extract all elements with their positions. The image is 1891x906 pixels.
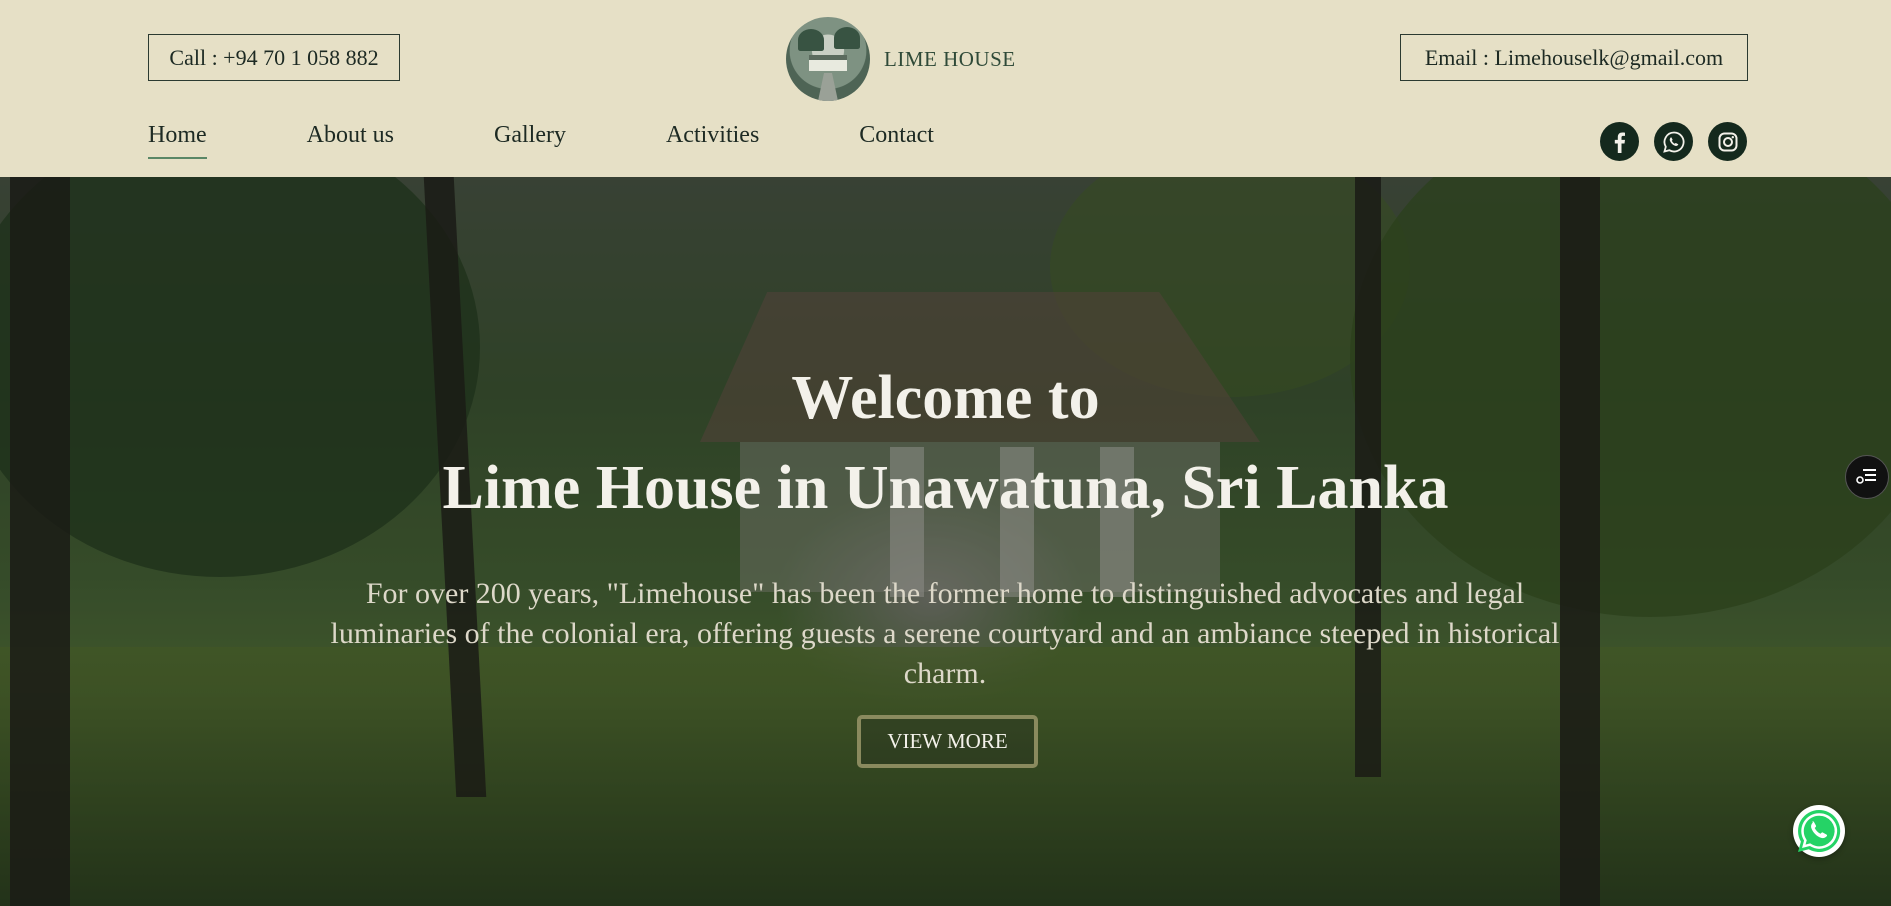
social-links (1600, 122, 1747, 161)
hero-description: For over 200 years, "Limehouse" has been… (330, 577, 1560, 690)
lime-house-logo (786, 17, 870, 101)
nav-item-gallery[interactable]: Gallery (494, 122, 566, 159)
call-text: Call : +94 70 1 058 882 (169, 44, 379, 70)
nav-item-activities[interactable]: Activities (666, 122, 759, 159)
email-box[interactable]: Email : Limehouselk@gmail.com (1400, 34, 1748, 81)
side-filter-button[interactable] (1845, 455, 1889, 499)
call-box[interactable]: Call : +94 70 1 058 882 (148, 34, 400, 81)
hero-title-line1: Welcome to (791, 364, 1100, 432)
whatsapp-link[interactable] (1654, 122, 1693, 161)
brand-name: LIME HOUSE (884, 46, 1016, 71)
instagram-icon (1718, 132, 1737, 151)
brand[interactable]: LIME HOUSE (786, 16, 1016, 102)
whatsapp-icon (1798, 809, 1841, 852)
main-nav: Home About us Gallery Activities Contact (148, 122, 1034, 159)
site-header: Call : +94 70 1 058 882 LIME HOUSE Email… (0, 0, 1891, 177)
hero-section: Welcome to Lime House in Unawatuna, Sri … (0, 177, 1891, 906)
hero-title-line2: Lime House in Unawatuna, Sri Lanka (442, 454, 1449, 522)
instagram-link[interactable] (1708, 122, 1747, 161)
facebook-icon (1614, 132, 1625, 153)
facebook-link[interactable] (1600, 122, 1639, 161)
filter-list-icon (1856, 469, 1876, 484)
nav-item-about-us[interactable]: About us (307, 122, 394, 159)
email-text: Email : Limehouselk@gmail.com (1424, 44, 1724, 70)
whatsapp-icon (1662, 131, 1684, 153)
whatsapp-chat-button[interactable] (1793, 805, 1845, 857)
nav-item-home[interactable]: Home (148, 122, 207, 159)
view-more-button[interactable]: VIEW MORE (857, 715, 1038, 768)
nav-item-contact[interactable]: Contact (859, 122, 934, 159)
